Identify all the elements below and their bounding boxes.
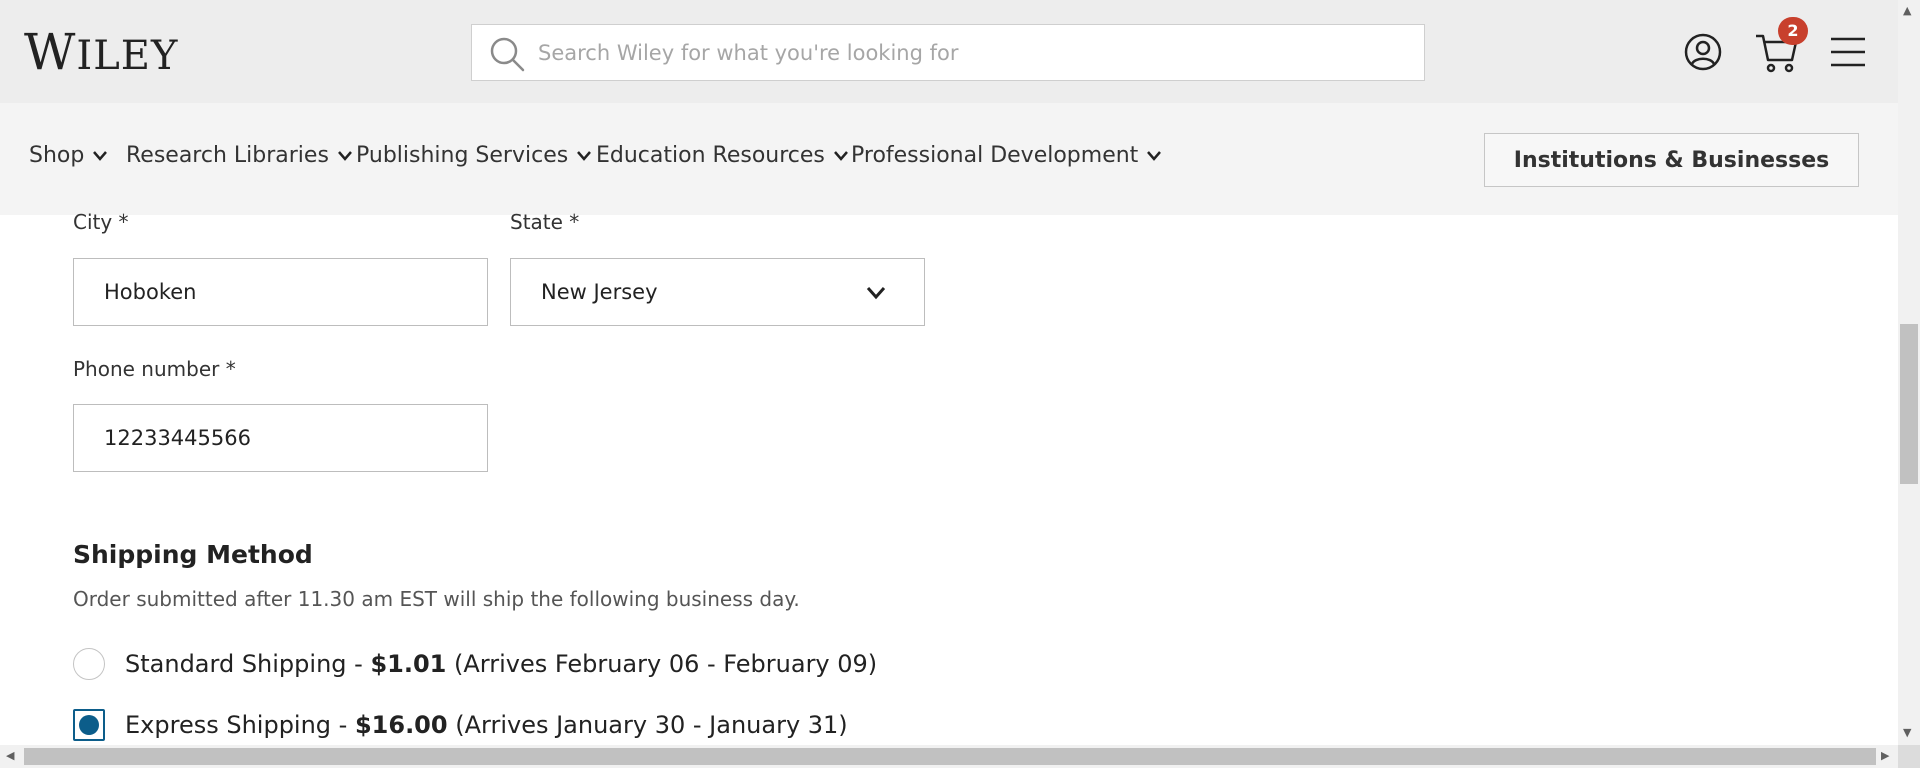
vertical-scrollbar[interactable]: ▲ ▼ — [1898, 0, 1920, 745]
cart-count-badge: 2 — [1778, 17, 1808, 45]
city-label: City * — [73, 210, 129, 234]
phone-label: Phone number * — [73, 357, 236, 381]
scroll-right-arrow-icon[interactable]: ▶ — [1881, 749, 1889, 762]
chevron-down-icon — [93, 150, 108, 161]
horizontal-scroll-thumb[interactable] — [24, 748, 1876, 765]
phone-input[interactable] — [74, 405, 487, 471]
shipping-option-text: Standard Shipping - $1.01 (Arrives Febru… — [125, 650, 877, 678]
chevron-down-icon — [1147, 150, 1162, 161]
shipping-option-arrival: (Arrives January 30 - January 31) — [447, 711, 848, 739]
chevron-down-icon — [337, 150, 352, 161]
city-field[interactable] — [73, 258, 488, 326]
search-box[interactable] — [471, 24, 1425, 81]
nav-item-label: Publishing Services — [356, 143, 569, 168]
state-select-value: New Jersey — [541, 280, 658, 304]
main-nav: Shop Research Libraries Publishing Servi… — [0, 103, 1898, 215]
shipping-option-name: Express Shipping - — [125, 711, 355, 739]
state-select[interactable]: New Jersey — [510, 258, 925, 326]
nav-item-publishing-services[interactable]: Publishing Services — [356, 143, 592, 168]
nav-item-label: Shop — [29, 143, 85, 168]
scroll-down-arrow-icon[interactable]: ▼ — [1903, 726, 1911, 739]
nav-item-education-resources[interactable]: Education Resources — [596, 143, 849, 168]
scroll-left-arrow-icon[interactable]: ◀ — [6, 749, 14, 762]
shipping-method-title: Shipping Method — [73, 540, 313, 569]
scrollbar-corner — [1898, 745, 1920, 768]
state-label: State * — [510, 210, 580, 234]
search-icon — [490, 37, 525, 72]
scroll-up-arrow-icon[interactable]: ▲ — [1903, 4, 1911, 17]
top-header: WILEY 2 — [0, 0, 1898, 103]
wiley-logo[interactable]: WILEY — [24, 22, 178, 86]
phone-field[interactable] — [73, 404, 488, 472]
horizontal-scrollbar[interactable]: ◀ ▶ — [0, 745, 1898, 768]
chevron-down-icon — [833, 150, 848, 161]
nav-item-label: Research Libraries — [126, 143, 329, 168]
shipping-option-price: $1.01 — [370, 650, 447, 678]
city-input[interactable] — [74, 259, 487, 325]
search-input[interactable] — [538, 25, 1408, 80]
vertical-scroll-thumb[interactable] — [1900, 324, 1918, 484]
shipping-option-price: $16.00 — [354, 711, 448, 739]
shipping-note: Order submitted after 11.30 am EST will … — [73, 587, 800, 611]
radio-express[interactable] — [73, 709, 105, 741]
institutions-businesses-button[interactable]: Institutions & Businesses — [1484, 133, 1859, 187]
shipping-option-standard[interactable]: Standard Shipping - $1.01 (Arrives Febru… — [73, 648, 877, 680]
radio-standard[interactable] — [73, 648, 105, 680]
hamburger-menu-icon[interactable] — [1829, 35, 1867, 69]
chevron-down-icon — [577, 150, 592, 161]
nav-item-label: Professional Development — [851, 143, 1139, 168]
shipping-option-name: Standard Shipping - — [125, 650, 371, 678]
account-icon[interactable] — [1684, 33, 1722, 71]
nav-item-professional-development[interactable]: Professional Development — [851, 143, 1162, 168]
chevron-down-icon — [866, 287, 886, 300]
nav-item-label: Education Resources — [596, 143, 825, 168]
nav-item-research-libraries[interactable]: Research Libraries — [126, 143, 353, 168]
shipping-option-express[interactable]: Express Shipping - $16.00 (Arrives Janua… — [73, 709, 848, 741]
nav-item-shop[interactable]: Shop — [29, 143, 108, 168]
shipping-option-text: Express Shipping - $16.00 (Arrives Janua… — [125, 711, 848, 739]
logo-rest: ILEY — [76, 33, 179, 79]
shipping-option-arrival: (Arrives February 06 - February 09) — [446, 650, 878, 678]
logo-initial: W — [24, 23, 77, 81]
